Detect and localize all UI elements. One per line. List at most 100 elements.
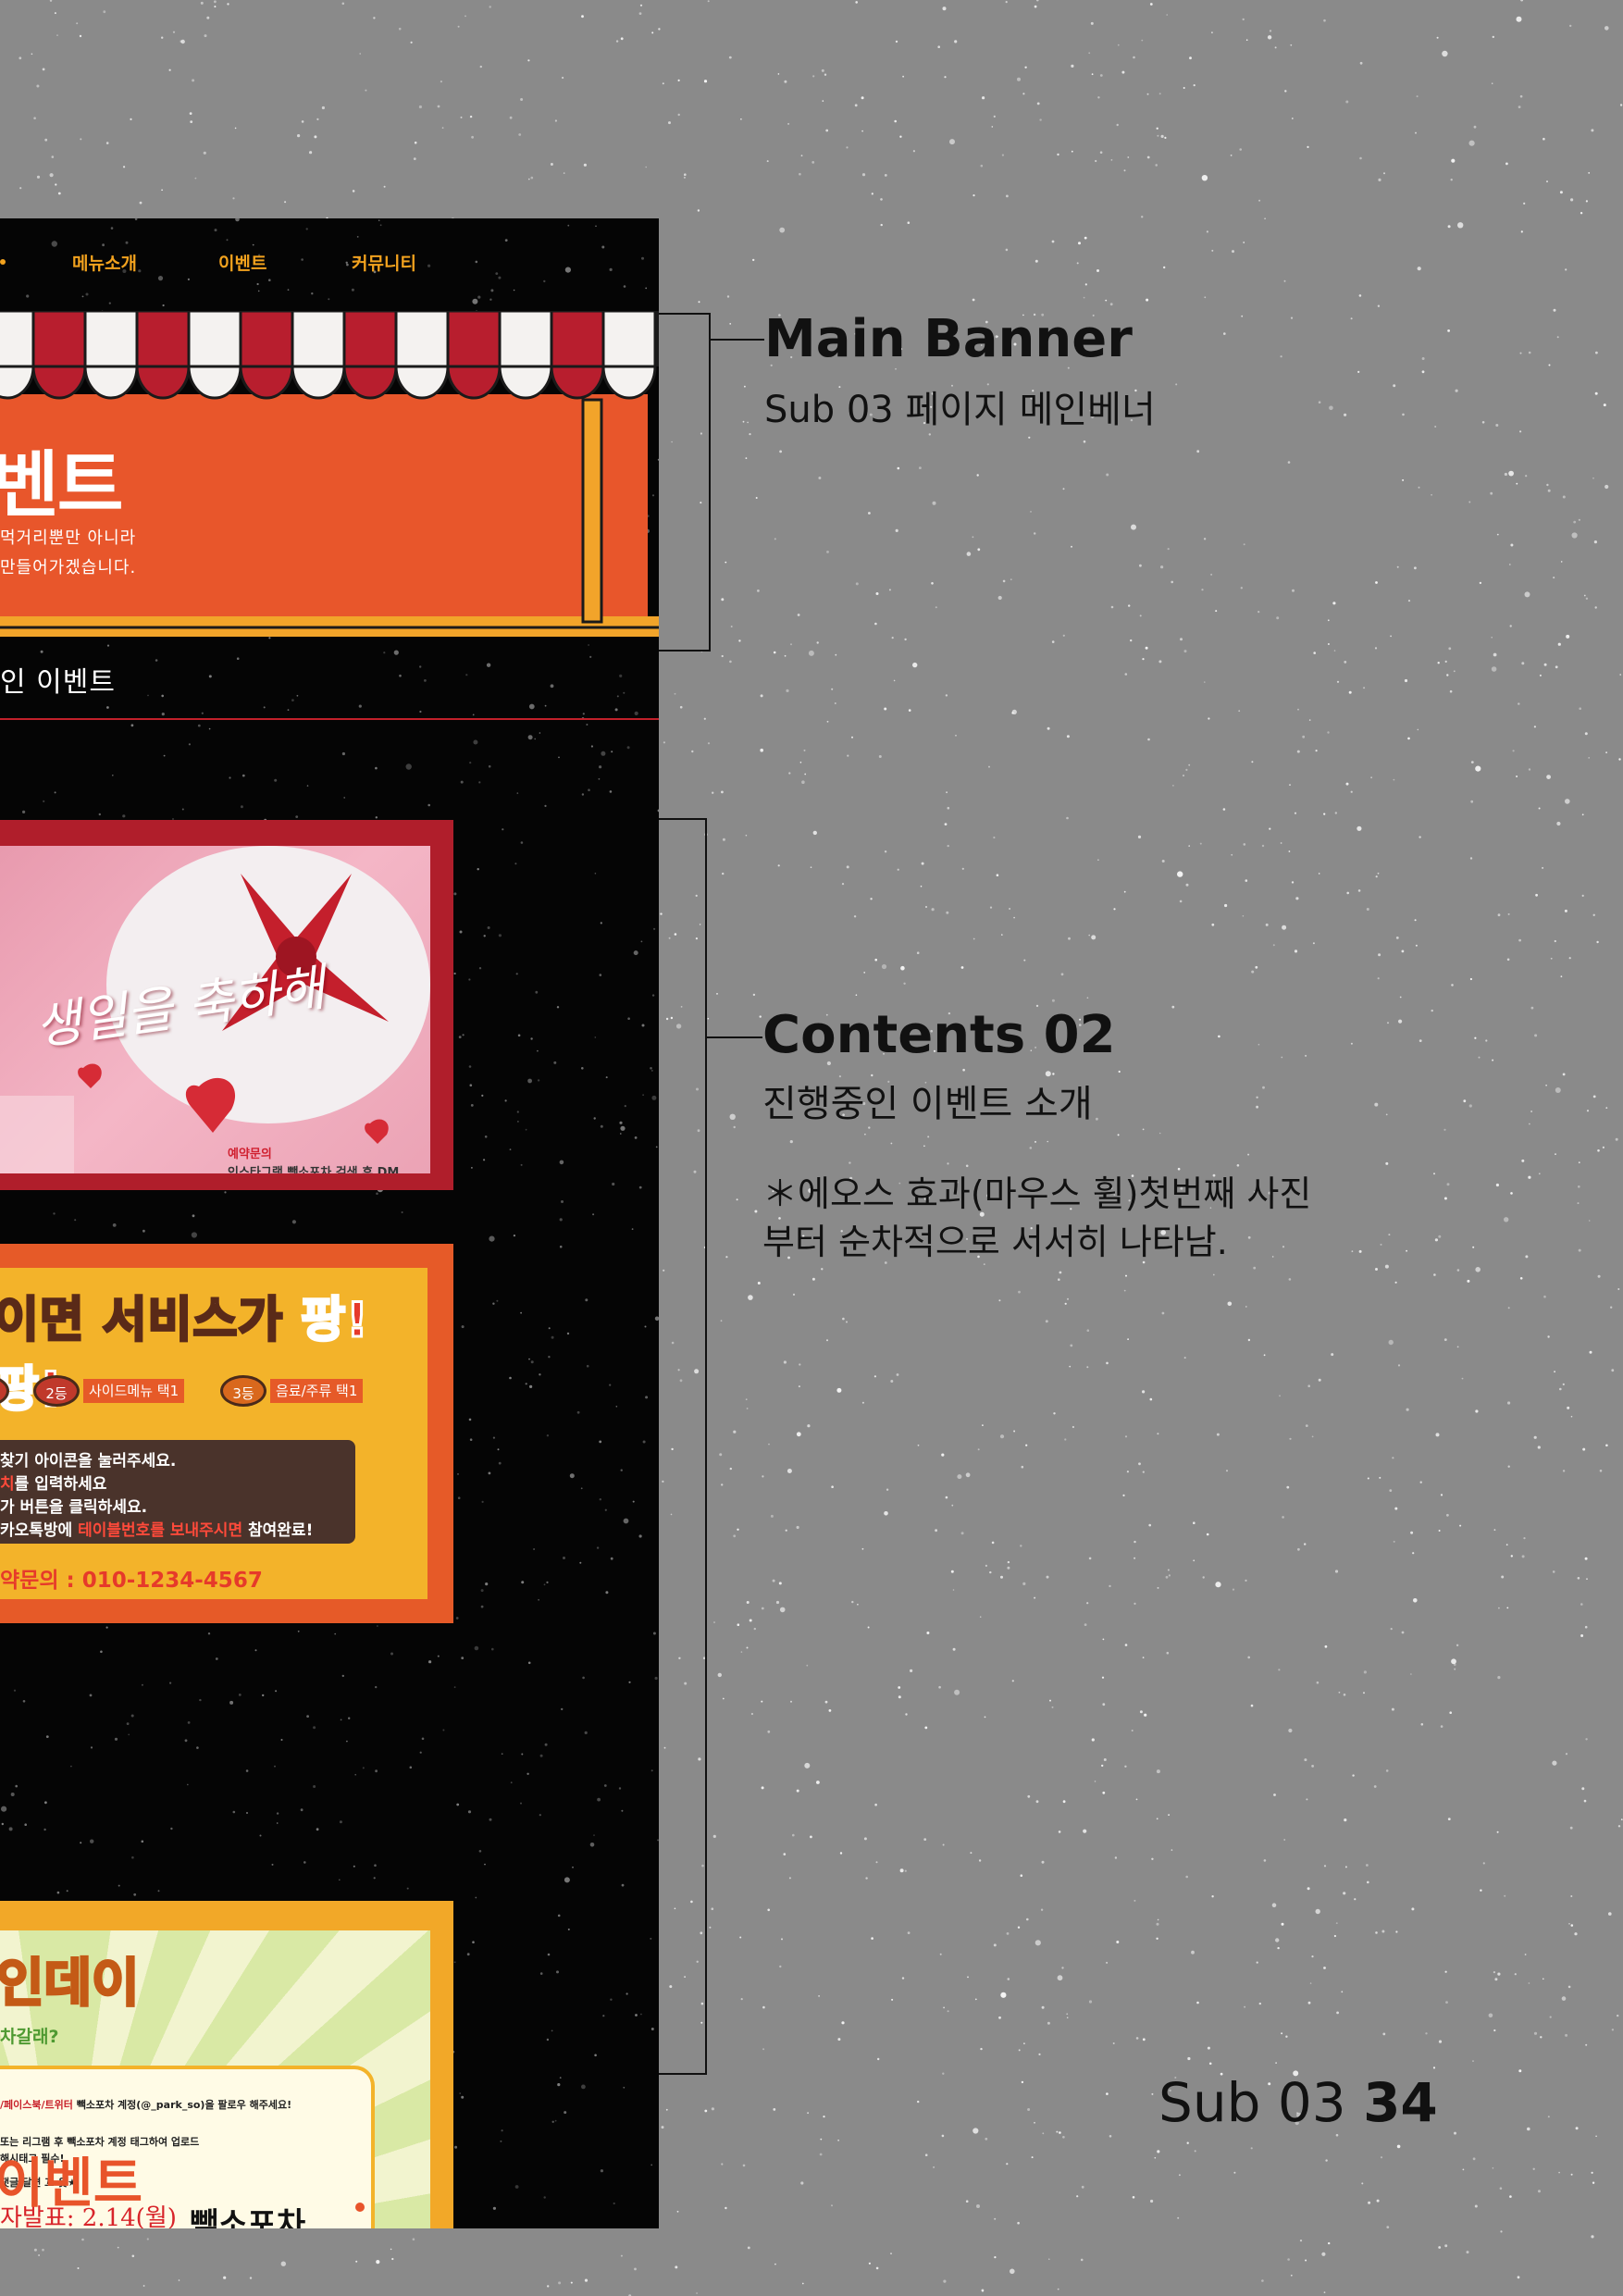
star-speck (600, 2169, 604, 2173)
star-speck (1374, 1102, 1379, 1107)
star-speck (521, 1753, 524, 1756)
nav-item-community[interactable]: 커뮤니티 (352, 250, 416, 275)
star-speck (878, 755, 882, 758)
star-speck (537, 1049, 539, 1052)
star-speck (1149, 1397, 1153, 1401)
star-speck (1589, 1350, 1592, 1354)
star-speck (373, 17, 376, 19)
star-speck (1494, 1978, 1498, 1981)
star-speck (1562, 1470, 1566, 1472)
star-speck (1366, 908, 1369, 911)
star-speck (1051, 640, 1055, 643)
nav-item-event[interactable]: 이벤트 (218, 250, 266, 275)
star-speck (1134, 1602, 1136, 1605)
star-speck (543, 279, 546, 283)
star-speck (864, 1133, 866, 1136)
star-speck (1188, 763, 1191, 766)
star-speck (1386, 2226, 1390, 2229)
star-speck (1438, 1235, 1442, 1238)
star-speck (937, 45, 940, 48)
star-speck (1525, 1255, 1529, 1259)
star-speck (1507, 1307, 1510, 1309)
nav-item-menu[interactable]: 메뉴소개 (72, 250, 137, 275)
star-speck (861, 173, 866, 177)
star-speck (789, 1140, 793, 1144)
star-speck (1289, 784, 1291, 786)
star-speck (1095, 159, 1097, 163)
star-speck (1383, 172, 1385, 175)
star-speck (1419, 1481, 1422, 1483)
star-speck (1357, 825, 1362, 831)
star-speck (551, 2120, 554, 2123)
star-speck (460, 116, 463, 118)
star-speck (1251, 970, 1255, 974)
star-speck (483, 935, 486, 937)
star-speck (1047, 726, 1050, 730)
star-speck (365, 89, 367, 92)
star-speck (1034, 532, 1036, 535)
star-speck (530, 1360, 534, 1364)
star-speck (960, 1532, 964, 1535)
star-speck (33, 2248, 37, 2252)
star-speck (1442, 50, 1448, 57)
star-speck (1142, 658, 1145, 661)
star-speck (102, 243, 105, 247)
star-speck (1586, 1578, 1588, 1581)
star-speck (997, 595, 1002, 601)
awning-stripe (31, 309, 87, 368)
star-speck (1597, 1274, 1601, 1278)
star-speck (707, 1017, 710, 1020)
star-speck (49, 0, 53, 2)
star-speck (863, 972, 866, 974)
star-speck (558, 2281, 562, 2285)
awning-scallop (498, 365, 553, 400)
star-speck (81, 2238, 84, 2241)
star-speck (1370, 776, 1372, 779)
star-speck (697, 209, 700, 212)
star-speck (1615, 1137, 1618, 1141)
star-speck (31, 53, 33, 56)
star-speck (923, 1838, 927, 1841)
star-speck (1027, 1794, 1031, 1798)
star-speck (563, 172, 565, 174)
star-speck (504, 1099, 507, 1102)
event-card-service[interactable]: 이면 서비스가 팡!팡! 2등 사이드메뉴 택1 3등 음료/주류 택1 찾기 … (0, 1244, 453, 1623)
star-speck (846, 865, 849, 869)
star-speck (1102, 1791, 1106, 1794)
star-speck (1123, 1289, 1126, 1292)
star-speck (469, 1438, 473, 1441)
star-speck (1446, 1513, 1449, 1517)
star-speck (1597, 1149, 1600, 1152)
star-speck (187, 1721, 191, 1724)
star-speck (1223, 332, 1226, 335)
star-speck (355, 2260, 358, 2263)
star-speck (1036, 102, 1040, 105)
star-speck (1034, 2121, 1035, 2124)
star-speck (1193, 1559, 1196, 1562)
star-speck (880, 198, 883, 201)
star-speck (1404, 678, 1408, 683)
star-speck (1135, 2037, 1139, 2040)
star-speck (1040, 1908, 1044, 1911)
star-speck (1010, 578, 1012, 581)
banner-text-line2: 만들어가겠습니다. (0, 558, 137, 577)
star-speck (1437, 662, 1440, 664)
star-speck (517, 1034, 521, 1037)
star-speck (478, 1850, 482, 1853)
star-speck (846, 1321, 848, 1323)
star-speck (259, 1834, 262, 1837)
star-speck (1542, 1978, 1544, 1980)
contents-pointer (707, 1036, 762, 1038)
star-speck (726, 295, 730, 298)
star-speck (79, 34, 82, 38)
star-speck (122, 814, 126, 818)
star-speck (946, 791, 948, 794)
event-card-birthday[interactable]: 생일을 축하해 예약문의 인스타그램 빽소포차 검색 후 DM (0, 820, 453, 1190)
star-speck (631, 1228, 634, 1230)
service-headline-text: 이면 서비스가 (0, 1292, 302, 1350)
star-speck (717, 1672, 722, 1678)
star-speck (576, 1410, 580, 1414)
star-speck (1180, 638, 1183, 641)
star-speck (583, 163, 588, 167)
star-speck (582, 713, 585, 715)
